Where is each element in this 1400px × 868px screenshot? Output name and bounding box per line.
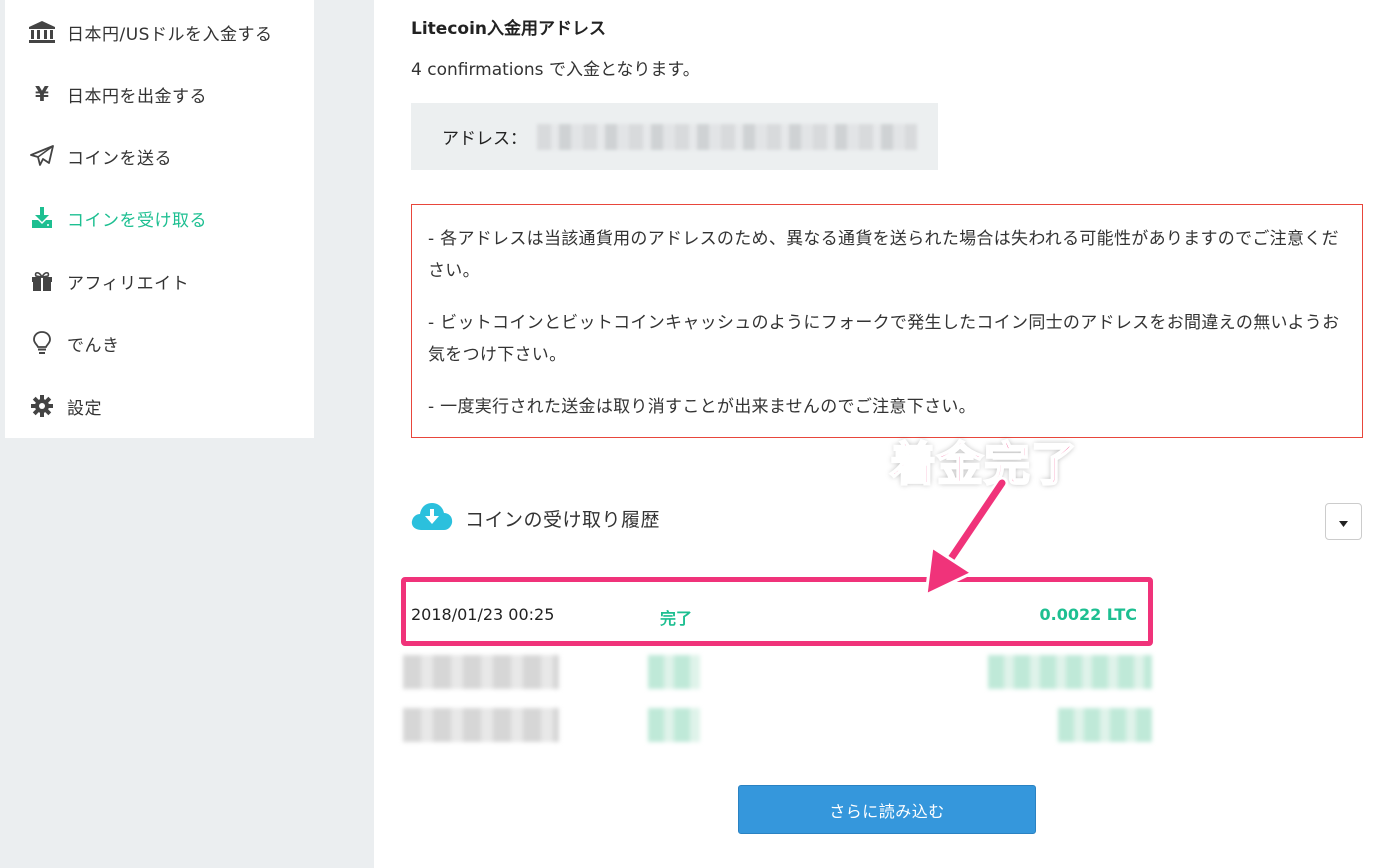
sidebar-item-denki[interactable]: でんき [5, 318, 314, 368]
blurred-status [648, 655, 700, 689]
sidebar-item-withdraw[interactable]: ¥ 日本円を出金する [5, 69, 314, 119]
paper-plane-icon [29, 143, 55, 169]
sidebar-item-label: コインを受け取る [67, 210, 207, 231]
annotation-arrow-icon [924, 477, 1008, 597]
sidebar-item-label: 日本円を出金する [67, 86, 207, 107]
download-icon [29, 205, 55, 231]
address-label: アドレス： [442, 129, 527, 149]
confirmations-text: 4 confirmations で入金となります。 [411, 60, 700, 80]
sidebar-item-label: アフィリエイト [67, 273, 190, 294]
address-box: アドレス： [411, 103, 938, 170]
deposit-address-title: Litecoin入金用アドレス [411, 19, 607, 39]
sidebar-item-label: 設定 [67, 398, 102, 419]
blurred-date [403, 708, 559, 742]
yen-icon: ¥ [35, 82, 49, 106]
blurred-amount [1058, 708, 1152, 742]
sidebar-item-label: コインを送る [67, 148, 172, 169]
gear-icon [29, 393, 55, 419]
warning-box: - 各アドレスは当該通貨用のアドレスのため、異なる通貨を送られた場合は失われる可… [411, 204, 1363, 438]
sidebar: 日本円/USドルを入金する ¥ 日本円を出金する コインを送る コインを受け取る… [5, 0, 314, 438]
history-dropdown-button[interactable] [1325, 503, 1362, 540]
sidebar-item-send-coin[interactable]: コインを送る [5, 131, 314, 181]
warning-text: - ビットコインとビットコインキャッシュのようにフォークで発生したコイン同士のア… [428, 313, 1340, 365]
history-header: コインの受け取り履歴 [411, 500, 660, 536]
lightbulb-icon [29, 330, 55, 356]
sidebar-item-settings[interactable]: 設定 [5, 381, 314, 431]
sidebar-item-receive-coin[interactable]: コインを受け取る [5, 193, 314, 243]
history-amount: 0.0022 LTC [1039, 605, 1137, 624]
history-date: 2018/01/23 00:25 [411, 605, 555, 624]
warning-text: - 各アドレスは当該通貨用のアドレスのため、異なる通貨を送られた場合は失われる可… [428, 229, 1339, 281]
address-value-blurred[interactable] [537, 123, 917, 150]
sidebar-item-label: 日本円/USドルを入金する [67, 24, 273, 45]
blurred-amount [988, 655, 1152, 689]
blurred-status [648, 708, 700, 742]
sidebar-item-label: でんき [67, 335, 120, 356]
warning-text: - 一度実行された送金は取り消すことが出来ませんのでご注意下さい。 [428, 397, 976, 417]
main-panel: Litecoin入金用アドレス 4 confirmations で入金となります… [374, 0, 1400, 868]
history-row: 2018/01/23 00:25 完了 0.0022 LTC [411, 602, 1137, 628]
history-status: 完了 [660, 609, 693, 628]
bank-icon [29, 19, 55, 45]
blurred-date [403, 655, 559, 689]
sidebar-item-affiliate[interactable]: アフィリエイト [5, 256, 314, 306]
cloud-download-icon [411, 500, 453, 536]
history-title: コインの受け取り履歴 [465, 508, 661, 531]
gift-icon [29, 268, 55, 294]
sidebar-item-deposit[interactable]: 日本円/USドルを入金する [5, 7, 314, 57]
load-more-button[interactable]: さらに読み込む [738, 785, 1036, 834]
caret-down-icon [1339, 512, 1348, 531]
